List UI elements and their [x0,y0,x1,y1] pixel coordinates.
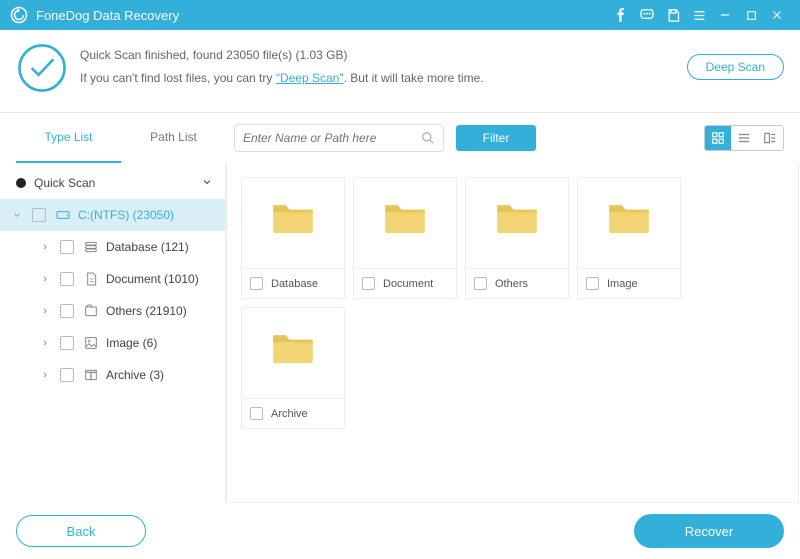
folder-icon [383,198,427,237]
folder-card[interactable]: Image [577,177,681,299]
chevron-right-icon[interactable] [40,370,52,380]
chevron-right-icon[interactable] [40,306,52,316]
folder-name: Archive [271,408,308,420]
checkbox[interactable] [60,368,74,382]
main-area: Quick Scan C:(NTFS) (23050) Database (12… [0,163,800,503]
app-logo-icon [10,6,28,24]
folder-name: Others [495,278,528,290]
category-icon [82,271,100,287]
checkbox[interactable] [60,304,74,318]
close-button[interactable] [764,0,790,30]
checkbox[interactable] [586,277,599,290]
file-count: 23050 [226,48,259,62]
checkbox[interactable] [474,277,487,290]
checkbox[interactable] [60,240,74,254]
total-size: 1.03 GB [299,48,343,62]
checkbox[interactable] [362,277,375,290]
chevron-right-icon[interactable] [40,338,52,348]
view-toggle [704,125,784,151]
chevron-right-icon[interactable] [40,274,52,284]
checkbox[interactable] [250,407,263,420]
status-message: Quick Scan finished, found 23050 file(s)… [80,40,687,90]
category-icon [82,303,100,319]
status-text: If you can't find lost files, you can tr… [80,71,276,85]
search-box[interactable] [234,124,444,152]
category-icon [82,367,100,383]
tree-child[interactable]: Document (1010) [0,263,225,295]
save-icon[interactable] [660,0,686,30]
checkbox[interactable] [32,208,46,222]
category-icon [82,335,100,351]
menu-icon[interactable] [686,0,712,30]
feedback-icon[interactable] [634,0,660,30]
check-complete-icon [16,42,68,94]
folder-name: Database [271,278,318,290]
recover-button[interactable]: Recover [634,514,784,548]
back-button[interactable]: Back [16,515,146,547]
tree-child-label: Database (121) [106,240,213,254]
tree-drive-label: C:(NTFS) (23050) [78,208,213,222]
filter-button[interactable]: Filter [456,125,536,151]
checkbox[interactable] [60,336,74,350]
checkbox[interactable] [60,272,74,286]
status-text: ) [344,48,348,62]
minimize-button[interactable] [712,0,738,30]
folder-icon [607,198,651,237]
folder-card[interactable]: Document [353,177,457,299]
bullet-icon [16,178,26,188]
tree-child-label: Archive (3) [106,368,213,382]
folder-card[interactable]: Others [465,177,569,299]
tree-child[interactable]: Database (121) [0,231,225,263]
toolbar: Type List Path List Filter [0,113,800,163]
titlebar: FoneDog Data Recovery [0,0,800,30]
folder-name: Document [383,278,433,290]
view-list-button[interactable] [731,126,757,150]
facebook-icon[interactable] [608,0,634,30]
maximize-button[interactable] [738,0,764,30]
tab-type-list[interactable]: Type List [16,113,121,163]
folder-name: Image [607,278,638,290]
category-icon [82,239,100,255]
status-panel: Quick Scan finished, found 23050 file(s)… [0,30,800,113]
folder-icon [271,328,315,367]
tree-root-label: Quick Scan [34,176,201,190]
status-text: . But it will take more time. [344,71,484,85]
tree-child[interactable]: Image (6) [0,327,225,359]
file-grid: Database Document Others Image Archive [226,163,799,503]
status-text: Quick Scan finished, found [80,48,226,62]
chevron-down-icon[interactable] [12,210,24,220]
deep-scan-link[interactable]: "Deep Scan" [276,71,344,85]
view-grid-button[interactable] [705,126,731,150]
drive-icon [54,207,72,223]
tree-child[interactable]: Archive (3) [0,359,225,391]
folder-icon [271,198,315,237]
chevron-right-icon[interactable] [40,242,52,252]
tree-child-label: Others (21910) [106,304,213,318]
tree-child[interactable]: Others (21910) [0,295,225,327]
chevron-down-icon[interactable] [201,176,213,191]
folder-card[interactable]: Database [241,177,345,299]
checkbox[interactable] [250,277,263,290]
app-title: FoneDog Data Recovery [36,8,608,23]
tab-path-list[interactable]: Path List [121,113,226,163]
tree-child-label: Image (6) [106,336,213,350]
status-text: file(s) ( [259,48,299,62]
folder-icon [495,198,539,237]
deep-scan-button[interactable]: Deep Scan [687,54,784,80]
sidebar-tabs: Type List Path List [16,113,226,163]
tree-drive[interactable]: C:(NTFS) (23050) [0,199,225,231]
tree-child-label: Document (1010) [106,272,213,286]
search-input[interactable] [243,131,421,145]
footer: Back Recover [0,503,800,559]
sidebar-tree: Quick Scan C:(NTFS) (23050) Database (12… [0,163,226,503]
folder-card[interactable]: Archive [241,307,345,429]
tree-root[interactable]: Quick Scan [0,167,225,199]
search-icon [421,131,435,145]
view-detail-button[interactable] [757,126,783,150]
